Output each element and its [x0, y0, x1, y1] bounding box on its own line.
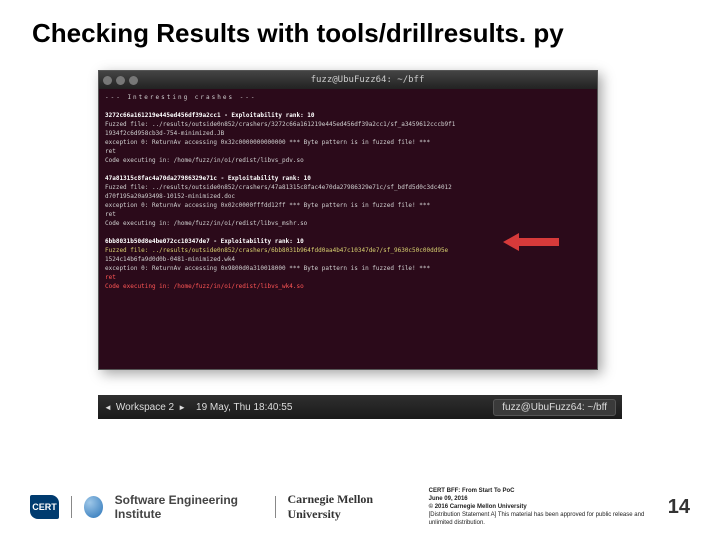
close-icon[interactable]	[103, 76, 112, 85]
taskbar-app-button[interactable]: fuzz@UbuFuzz64: ~/bff	[493, 399, 616, 416]
footer-cert-badge: CERT	[30, 495, 59, 519]
footer-meta-distribution: [Distribution Statement A] This material…	[429, 511, 668, 527]
terminal-title: fuzz@UbuFuzz64: ~/bff	[142, 75, 593, 85]
footer-sei: Software Engineering Institute	[115, 493, 263, 521]
footer-cmu: Carnegie Mellon University	[287, 492, 408, 522]
embedded-screenshot: CERT Software Engineering Institute Carn…	[98, 70, 622, 400]
footer-meta-copyright: © 2016 Carnegie Mellon University	[429, 503, 668, 511]
chevron-right-icon: ►	[178, 403, 186, 412]
slide-title: Checking Results with tools/drillresults…	[32, 18, 564, 49]
slide: Checking Results with tools/drillresults…	[0, 0, 720, 540]
page-number: 14	[668, 496, 690, 519]
taskbar-datetime: 19 May, Thu 18:40:55	[196, 402, 292, 413]
footer-meta-date: June 09, 2016	[429, 495, 668, 503]
chevron-left-icon: ◄	[104, 403, 112, 412]
footer-divider	[275, 496, 276, 518]
min-icon[interactable]	[116, 76, 125, 85]
globe-icon	[84, 496, 103, 518]
terminal-window: fuzz@UbuFuzz64: ~/bff --- Interesting cr…	[98, 70, 598, 370]
footer-meta: CERT BFF: From Start To PoC June 09, 201…	[429, 487, 668, 527]
terminal-output: --- Interesting crashes --- 3272c66a1612…	[99, 89, 597, 295]
workspace-label: Workspace 2	[116, 402, 174, 413]
footer-logo-strip: CERT Software Engineering Institute Carn…	[30, 492, 409, 522]
terminal-titlebar: fuzz@UbuFuzz64: ~/bff	[99, 71, 597, 89]
desktop-taskbar: ◄ Workspace 2 ► 19 May, Thu 18:40:55 fuz…	[98, 395, 622, 419]
workspace-switcher[interactable]: ◄ Workspace 2 ►	[104, 402, 186, 413]
max-icon[interactable]	[129, 76, 138, 85]
footer-divider	[71, 496, 72, 518]
slide-footer: CERT Software Engineering Institute Carn…	[30, 488, 690, 526]
footer-meta-title: CERT BFF: From Start To PoC	[429, 487, 668, 495]
